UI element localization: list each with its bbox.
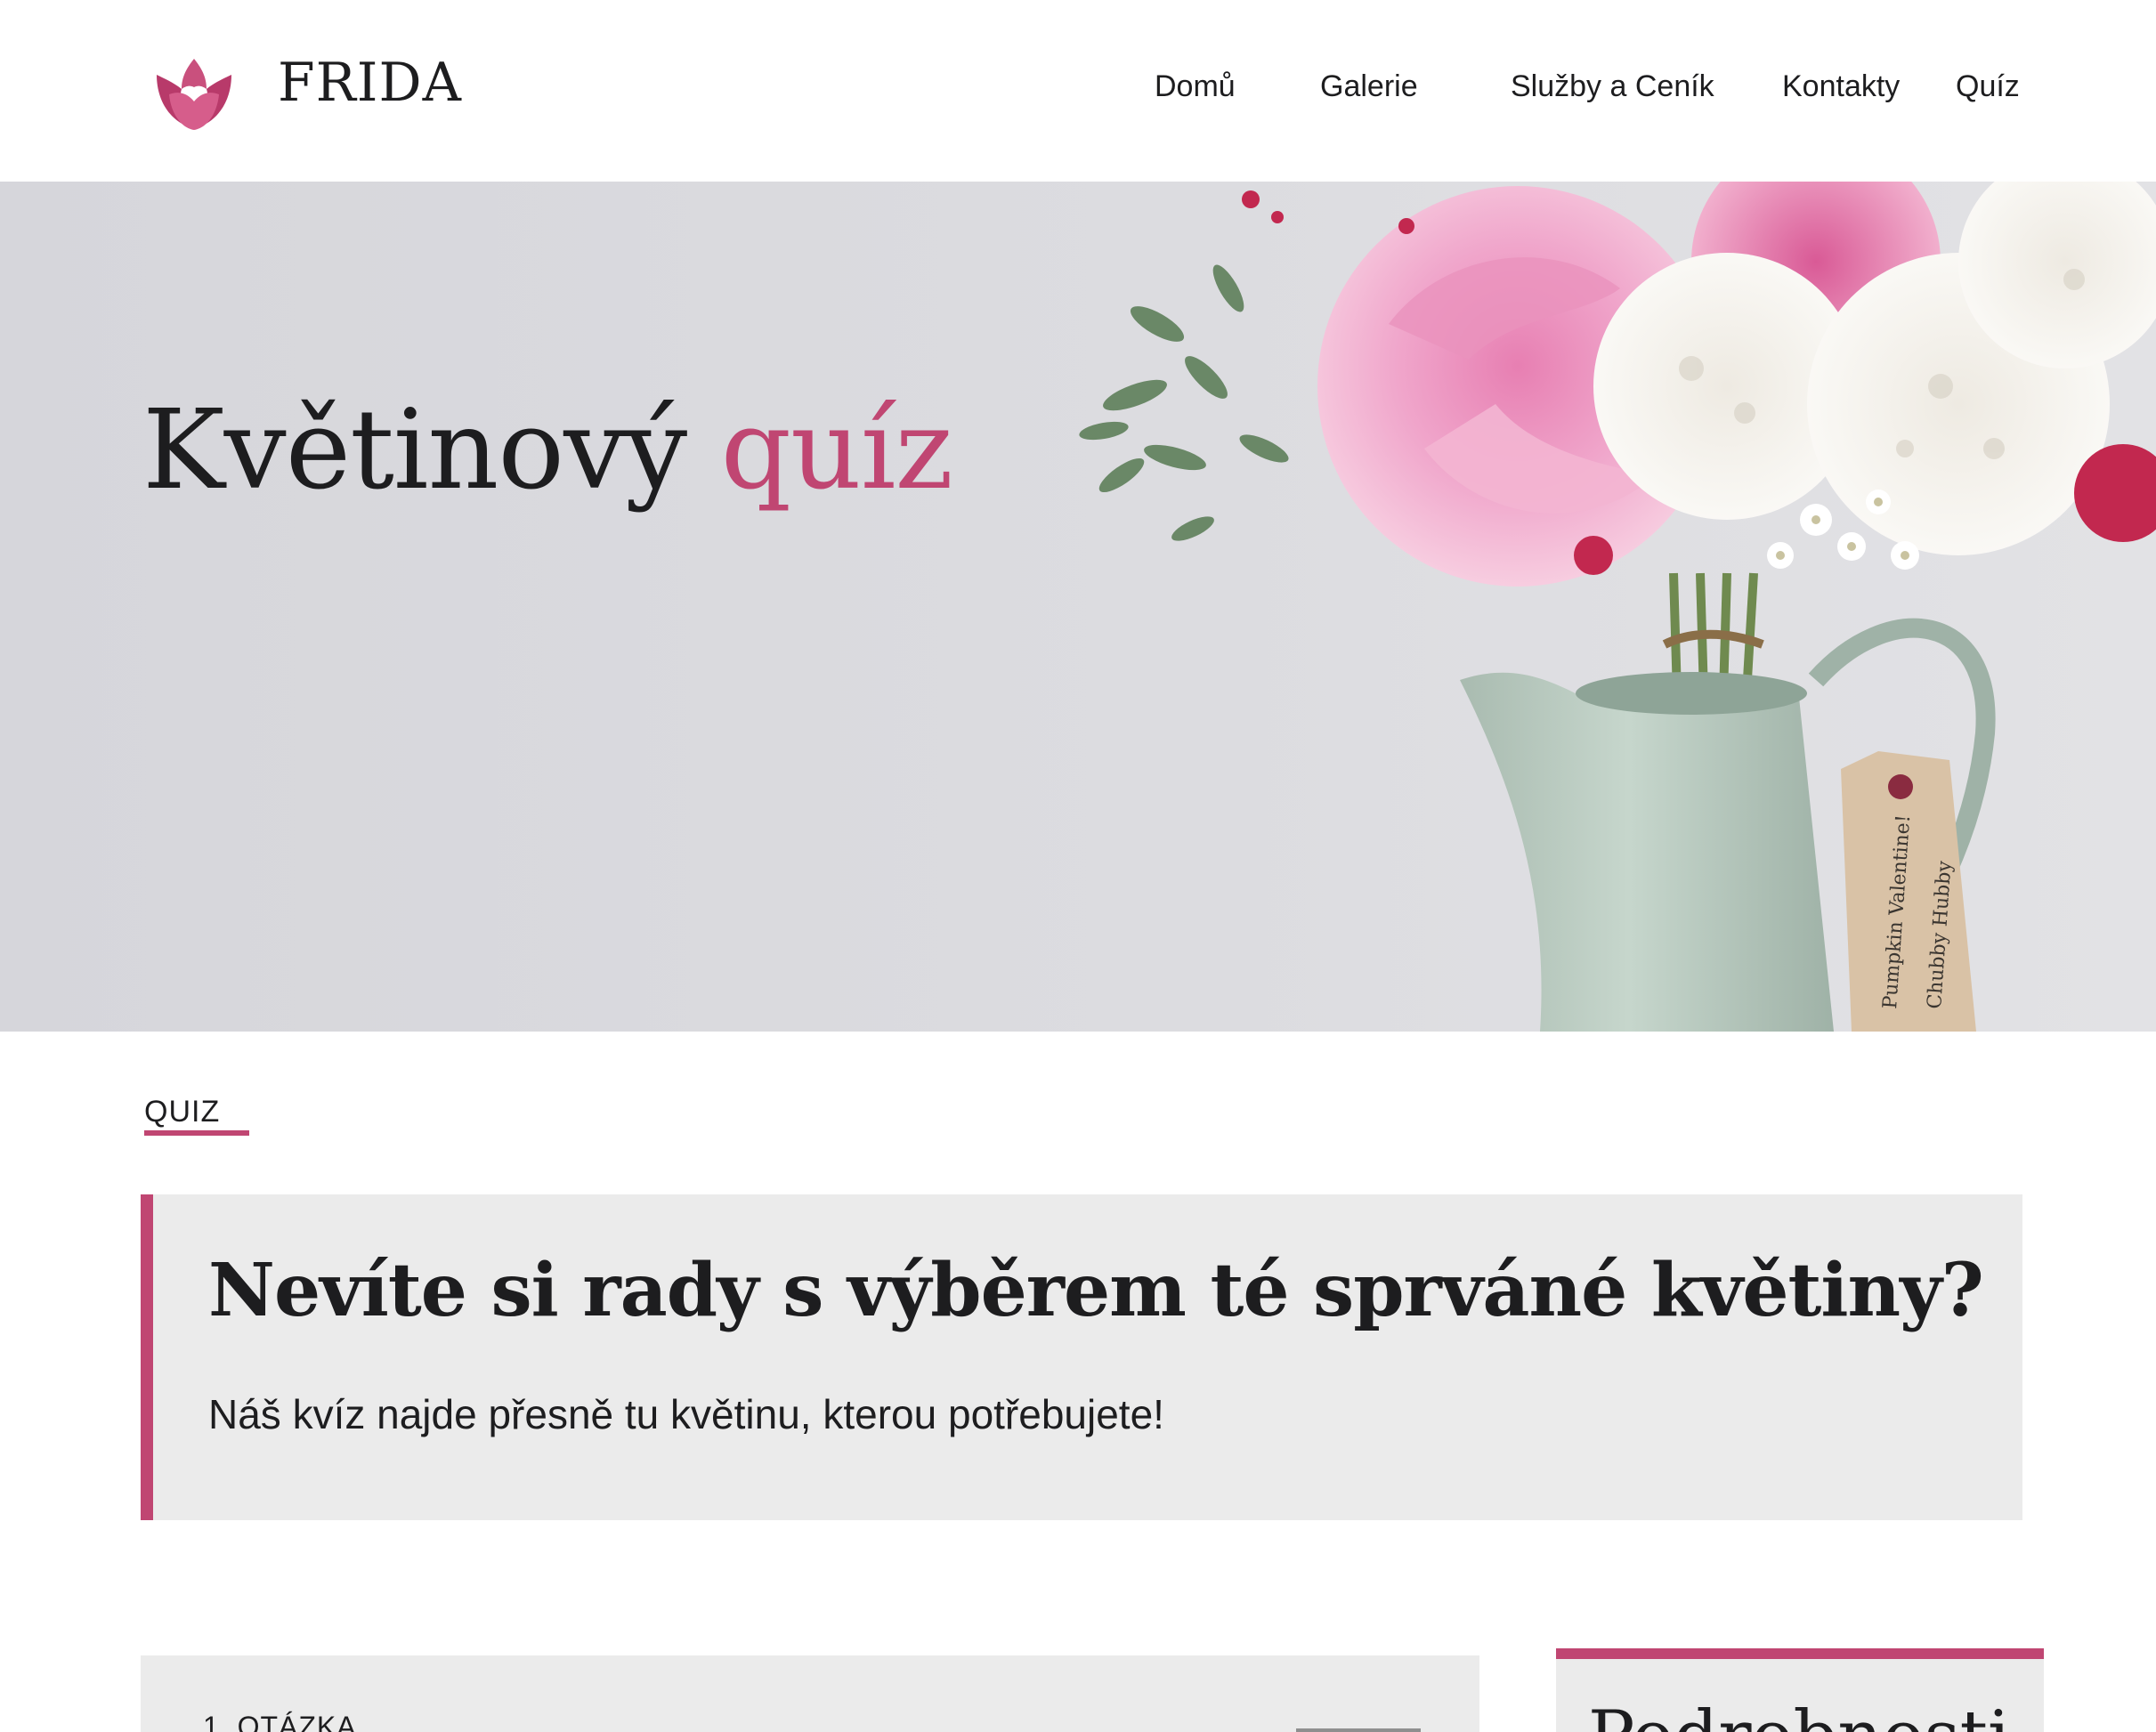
nav-gallery[interactable]: Galerie xyxy=(1320,69,1418,104)
nav-services-pricing[interactable]: Služby a Ceník xyxy=(1511,69,1714,104)
hero-title-accent: quíz xyxy=(720,386,953,514)
hero-title-main: Květinový xyxy=(142,386,687,514)
flower-bouquet-image: Pumpkin Valentine! Chubby Hubby xyxy=(1079,182,2156,1032)
brand-name[interactable]: FRIDA xyxy=(278,52,462,114)
question-label: 1. OTÁZKA xyxy=(203,1711,357,1732)
intro-subtitle: Náš kvíz najde přesně tu květinu, kterou… xyxy=(208,1391,1164,1437)
section-underline xyxy=(144,1130,249,1136)
nav-home[interactable]: Domů xyxy=(1155,69,1236,104)
question-divider xyxy=(1296,1728,1421,1732)
intro-box: Nevíte si rady s výběrem té sprváné květ… xyxy=(141,1194,2022,1520)
hero-banner: Květinový quíz Pumpkin Valentine! Chubby… xyxy=(0,182,2156,1032)
section-label: QUIZ xyxy=(144,1095,221,1129)
details-title: Podrobnosti xyxy=(1588,1696,2010,1732)
tulip-logo-icon[interactable] xyxy=(151,55,237,132)
site-header: FRIDA Domů Galerie Služby a Ceník Kontak… xyxy=(0,0,2156,182)
nav-quiz[interactable]: Quíz xyxy=(1956,69,2020,104)
intro-title: Nevíte si rady s výběrem té sprváné květ… xyxy=(208,1248,1984,1333)
details-card: Podrobnosti xyxy=(1556,1648,2044,1732)
nav-contacts[interactable]: Kontakty xyxy=(1782,69,1900,104)
question-card: 1. OTÁZKA xyxy=(141,1655,1479,1732)
hero-title: Květinový quíz xyxy=(142,386,953,514)
